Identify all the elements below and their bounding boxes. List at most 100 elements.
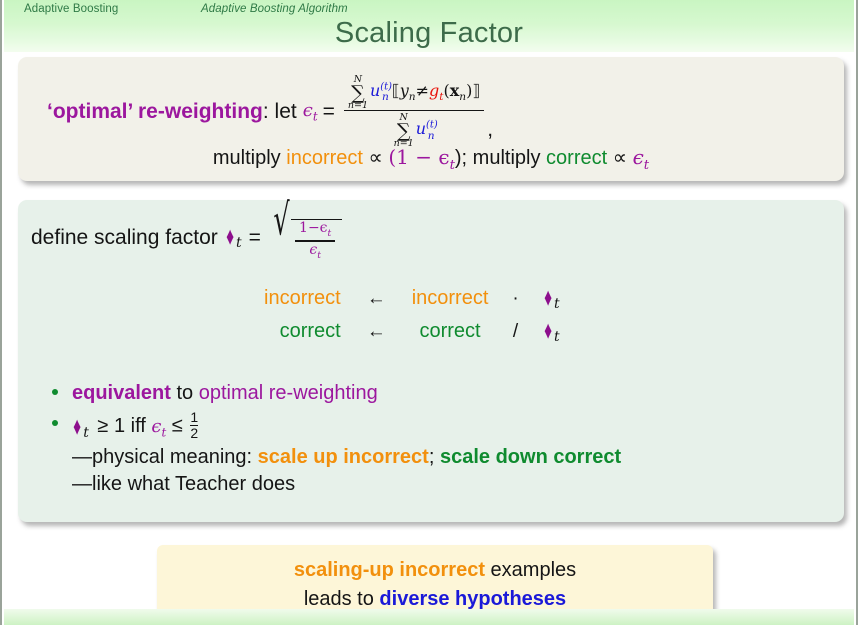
proportional-sign-2: ∝ bbox=[612, 147, 628, 169]
diamond-glyph-row1: ♦ bbox=[543, 284, 552, 312]
sum-lower-limit: n=1 bbox=[347, 99, 368, 111]
epsilon-symbol: ϵt bbox=[303, 100, 318, 124]
define-label: define scaling factor bbox=[31, 225, 218, 249]
epsilon-fraction: N ∑ n=1 u(t)n ⟦yn≠gt(xn)⟧ N ∑ n=1 u(t)n bbox=[343, 74, 485, 148]
u-glyph-den: u bbox=[415, 119, 427, 139]
breadcrumb-section[interactable]: Adaptive Boosting bbox=[24, 3, 118, 15]
semicolon-separator: ; bbox=[428, 446, 435, 469]
multiply-word-1: multiply bbox=[212, 147, 281, 169]
epsilon-glyph: ϵ bbox=[302, 99, 313, 121]
leads-to-word: leads to bbox=[303, 588, 380, 610]
denominator-summation: N ∑ n=1 bbox=[394, 113, 414, 148]
u-subscript: n bbox=[382, 91, 389, 104]
y-subscript: n bbox=[408, 91, 416, 104]
scaling-up-incorrect-highlight: scaling-up incorrect bbox=[293, 559, 485, 581]
teacher-analogy-label: —like what Teacher does bbox=[72, 473, 296, 496]
rule-source-correct: correct bbox=[419, 320, 481, 343]
eps-den: ϵ bbox=[309, 241, 318, 258]
epsilon-glyph-bullet: ϵ bbox=[151, 415, 162, 437]
diamond-subscript: t bbox=[236, 235, 242, 252]
assignment-arrow-1: ← bbox=[366, 287, 386, 309]
x-vector-glyph: x bbox=[449, 81, 460, 100]
update-rules-table: incorrect ← incorrect · ♦ t correct ← cor… bbox=[254, 282, 570, 349]
table-row: incorrect ← incorrect · ♦ t bbox=[254, 282, 570, 315]
scale-down-correct-label: scale down correct bbox=[439, 446, 622, 469]
equals-sign: = bbox=[322, 99, 335, 123]
correct-word-1: correct bbox=[546, 147, 608, 169]
optimal-reweighting-panel: ‘optimal’ re-weighting : let ϵt = N ∑ n=… bbox=[18, 57, 844, 181]
fraction-denominator: N ∑ n=1 u(t)n bbox=[390, 112, 439, 148]
physical-meaning-label: —physical meaning: bbox=[72, 446, 253, 469]
one-minus-eps-num: 1−ϵ bbox=[299, 220, 328, 236]
trailing-comma: , bbox=[487, 118, 494, 142]
assignment-arrow-2: ← bbox=[366, 321, 386, 343]
let-text: : let bbox=[262, 99, 297, 123]
one-minus-eps-text: (1 − ϵ bbox=[388, 145, 450, 169]
bullet-dot-icon bbox=[52, 389, 58, 395]
numerator-summation: N ∑ n=1 bbox=[348, 75, 368, 110]
radicand: 1−ϵt ϵt bbox=[291, 219, 343, 261]
epsilon-subscript: t bbox=[312, 109, 318, 124]
proportional-sign-1: ∝ bbox=[368, 147, 383, 169]
rule-source-incorrect: incorrect bbox=[411, 287, 489, 310]
epsilon-glyph-2: ϵ bbox=[632, 145, 644, 169]
half-numerator: 1 bbox=[190, 409, 199, 426]
slide-canvas: Adaptive Boosting Adaptive Boosting Algo… bbox=[0, 0, 858, 625]
sub-note-teacher: —like what Teacher does bbox=[46, 471, 826, 498]
diamond-glyph: ♦ bbox=[225, 223, 234, 251]
slide-header: Adaptive Boosting Adaptive Boosting Algo… bbox=[4, 0, 854, 52]
breadcrumb-subsection[interactable]: Adaptive Boosting Algorithm bbox=[201, 3, 348, 15]
g-glyph: g bbox=[428, 81, 440, 100]
leq-sign: ≤ bbox=[171, 414, 183, 437]
one-half-fraction: 1 2 bbox=[190, 409, 199, 442]
u-subscript-den: n bbox=[427, 129, 435, 142]
diamond-icon: ♦ t bbox=[225, 223, 242, 252]
hypothesis-g: gt bbox=[428, 81, 444, 104]
fraction-numerator: N ∑ n=1 u(t)n ⟦yn≠gt(xn)⟧ bbox=[344, 74, 484, 110]
u-glyph: u bbox=[369, 81, 381, 100]
rule-target-incorrect: incorrect bbox=[264, 287, 341, 310]
rule-target-correct: correct bbox=[279, 320, 341, 343]
rule-factor-diamond-1: ♦ t bbox=[533, 282, 570, 315]
epsilon-subscript-2: t bbox=[643, 158, 650, 173]
weight-u-numerator: u(t)n bbox=[369, 81, 392, 104]
diamond-glyph-row2: ♦ bbox=[543, 317, 552, 346]
optimal-reweighting-label: optimal re-weighting bbox=[198, 382, 378, 404]
bullet-list: equivalent to optimal re-weighting ♦ t ≥ … bbox=[46, 380, 826, 498]
epsilon-subscript-bullet: t bbox=[161, 425, 167, 440]
table-row: correct ← correct / ♦ t bbox=[254, 315, 570, 348]
rule-operator-multiply: · bbox=[512, 287, 519, 309]
callout-line-1: scaling-up incorrect examples bbox=[157, 556, 713, 585]
radical-glyph: √ bbox=[273, 195, 290, 247]
list-item: equivalent to optimal re-weighting bbox=[46, 380, 826, 406]
epsilon-t-tail: ϵt bbox=[632, 145, 650, 173]
scale-up-incorrect-label: scale up incorrect bbox=[257, 446, 429, 469]
radicand-fraction: 1−ϵt ϵt bbox=[295, 220, 336, 261]
epsilon-bullet: ϵt bbox=[151, 415, 167, 440]
square-root-expression: √ 1−ϵt ϵt bbox=[272, 199, 343, 261]
radicand-denominator: ϵt bbox=[305, 241, 325, 261]
optimal-label: ‘optimal’ re-weighting bbox=[47, 99, 263, 123]
diamond-subscript-row1: t bbox=[553, 296, 560, 312]
epsilon-definition-equation: ‘optimal’ re-weighting : let ϵt = N ∑ n=… bbox=[47, 75, 493, 148]
geq-one-iff: ≥ 1 iff bbox=[97, 414, 146, 437]
diamond-icon-bullet: ♦ t bbox=[72, 414, 89, 441]
one-minus-eps-num-sub: t bbox=[327, 227, 332, 239]
weight-u-denominator: u(t)n bbox=[415, 119, 438, 142]
takeaway-callout-panel: scaling-up incorrect examples leads to d… bbox=[157, 545, 713, 617]
half-denominator: 2 bbox=[190, 425, 199, 442]
iverson-close: ⟧ bbox=[472, 81, 481, 100]
incorrect-word-1: incorrect bbox=[286, 147, 363, 169]
rule-factor-diamond-2: ♦ t bbox=[533, 315, 570, 348]
sub-note-physical-meaning: —physical meaning: scale up incorrect; s… bbox=[46, 444, 826, 471]
y-glyph: y bbox=[399, 81, 409, 100]
diverse-hypotheses-highlight: diverse hypotheses bbox=[379, 588, 567, 610]
diamond-subscript-row2: t bbox=[553, 329, 560, 346]
list-item: ♦ t ≥ 1 iff ϵt ≤ 1 2 bbox=[46, 409, 826, 442]
scaling-factor-panel: define scaling factor ♦ t = √ 1−ϵt ϵt inc… bbox=[18, 199, 844, 522]
slide-footer bbox=[4, 609, 854, 625]
equals-sign-2: = bbox=[248, 225, 261, 249]
multiply-rule-line: multiply incorrect ∝ (1 − ϵt); multiply … bbox=[18, 145, 844, 173]
radicand-numerator: 1−ϵt bbox=[295, 220, 335, 239]
iverson-open: ⟦ bbox=[391, 81, 400, 100]
